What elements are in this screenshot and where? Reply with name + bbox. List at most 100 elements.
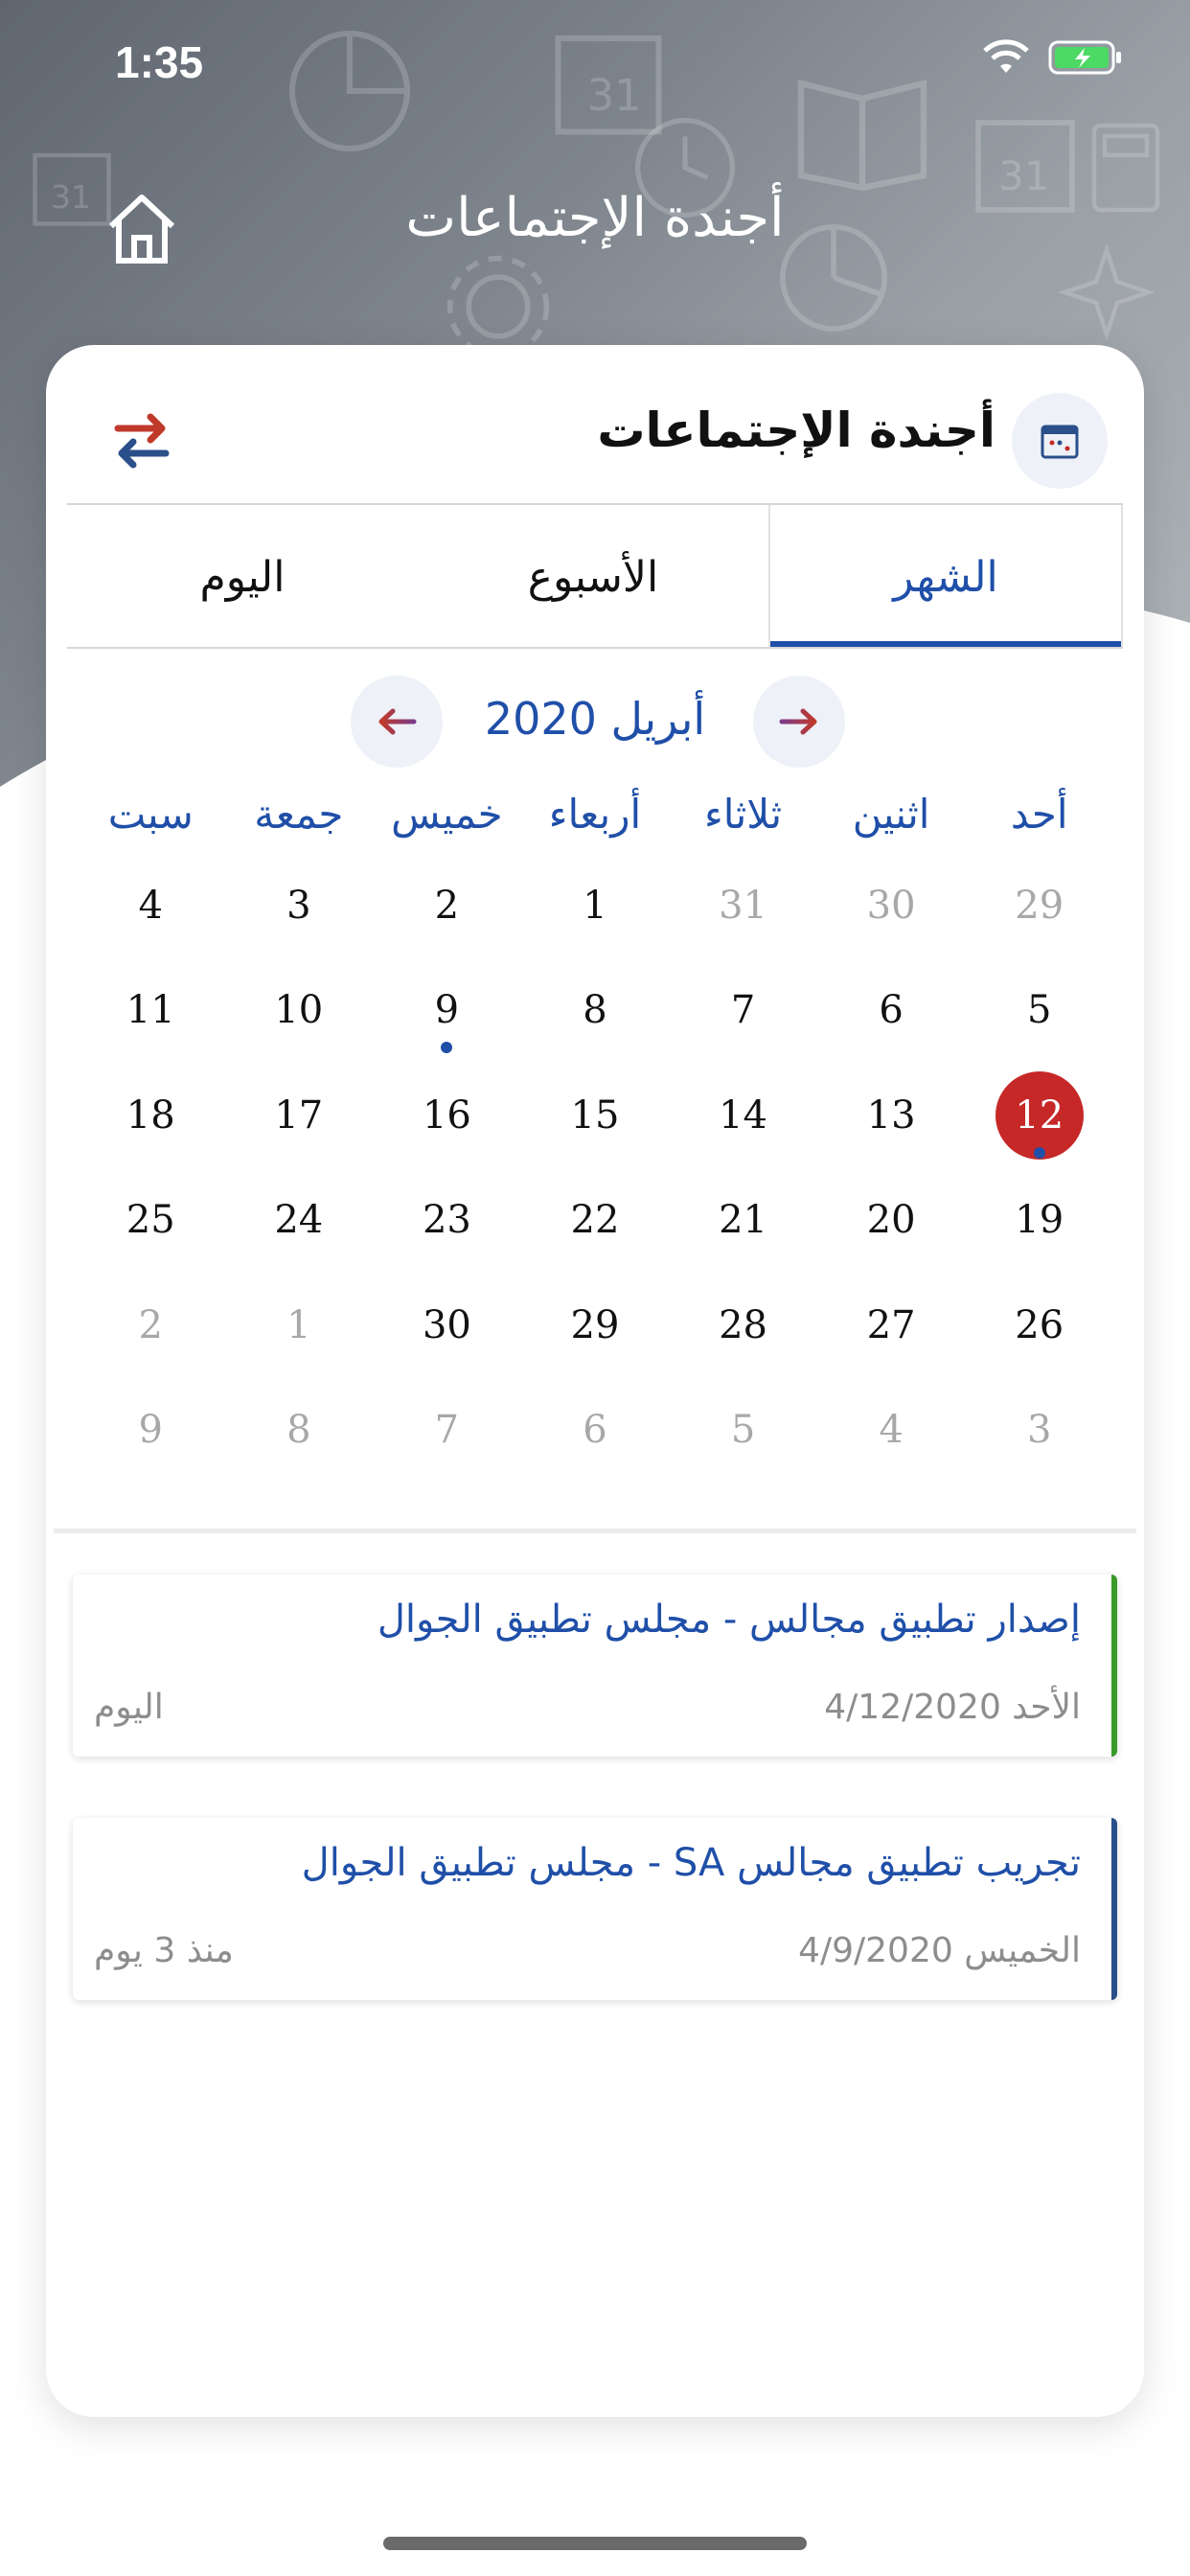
calendar-day[interactable]: 20 bbox=[817, 1168, 966, 1274]
calendar-icon bbox=[1041, 425, 1079, 459]
calendar-day[interactable]: 3 bbox=[965, 1378, 1113, 1484]
day-number: 9 bbox=[138, 1408, 163, 1453]
calendar-day[interactable]: 3 bbox=[225, 853, 374, 958]
calendar-day-today[interactable]: 12 bbox=[965, 1063, 1113, 1168]
day-number: 22 bbox=[570, 1198, 620, 1243]
swap-icon[interactable] bbox=[108, 407, 175, 474]
calendar-day[interactable]: 9 bbox=[373, 958, 521, 1064]
arrow-right-icon bbox=[779, 708, 817, 735]
calendar-day[interactable]: 21 bbox=[669, 1168, 817, 1274]
page-title: أجندة الإجتماعات bbox=[405, 187, 785, 249]
card-title: أجندة الإجتماعات bbox=[597, 402, 995, 458]
calendar-day[interactable]: 4 bbox=[817, 1378, 966, 1484]
event-relative-time: اليوم bbox=[94, 1688, 164, 1727]
calendar-day[interactable]: 27 bbox=[817, 1273, 966, 1378]
day-number: 30 bbox=[422, 1302, 471, 1347]
calendar-day[interactable]: 23 bbox=[373, 1168, 521, 1274]
month-label: أبريل 2020 bbox=[484, 693, 706, 745]
card-header: أجندة الإجتماعات bbox=[46, 345, 1144, 503]
day-number: 29 bbox=[1015, 883, 1064, 928]
calendar-week-row: 5 6 7 8 9 10 11 bbox=[77, 958, 1113, 1064]
event-title: إصدار تطبيق مجالس - مجلس تطبيق الجوال bbox=[377, 1598, 1081, 1642]
calendar-day[interactable]: 22 bbox=[521, 1168, 670, 1274]
calendar-day[interactable]: 8 bbox=[521, 958, 670, 1064]
calendar-day[interactable]: 17 bbox=[225, 1063, 374, 1168]
wifi-icon bbox=[983, 39, 1029, 73]
status-bar: 1:35 bbox=[0, 0, 1190, 125]
calendar-day[interactable]: 15 bbox=[521, 1063, 670, 1168]
tab-month[interactable]: الشهر bbox=[770, 505, 1123, 649]
day-number: 5 bbox=[730, 1408, 756, 1453]
day-number: 15 bbox=[570, 1092, 620, 1138]
event-indicator-dot bbox=[1033, 1146, 1045, 1159]
calendar-day[interactable]: 25 bbox=[77, 1168, 225, 1274]
event-accent-bar bbox=[1111, 1818, 1117, 2000]
day-number: 27 bbox=[866, 1302, 916, 1347]
calendar-day[interactable]: 7 bbox=[373, 1378, 521, 1484]
calendar-day[interactable]: 2 bbox=[77, 1273, 225, 1378]
calendar-day[interactable]: 9 bbox=[77, 1378, 225, 1484]
day-number: 28 bbox=[719, 1302, 767, 1347]
day-number: 18 bbox=[126, 1092, 175, 1138]
day-number: 24 bbox=[274, 1198, 324, 1243]
event-date: الأحد 4/12/2020 bbox=[824, 1688, 1081, 1727]
calendar-day[interactable]: 5 bbox=[965, 958, 1113, 1064]
weekday-label: ثلاثاء bbox=[704, 791, 783, 838]
calendar-day[interactable]: 6 bbox=[521, 1378, 670, 1484]
calendar-day[interactable]: 18 bbox=[77, 1063, 225, 1168]
calendar-day[interactable]: 1 bbox=[521, 853, 670, 958]
calendar-day[interactable]: 8 bbox=[225, 1378, 374, 1484]
weekday-label: سبت bbox=[107, 791, 194, 838]
day-number: 2 bbox=[138, 1302, 163, 1347]
calendar-day[interactable]: 11 bbox=[77, 958, 225, 1064]
day-number: 4 bbox=[138, 883, 163, 928]
day-number: 11 bbox=[126, 988, 175, 1033]
day-number: 20 bbox=[866, 1198, 916, 1243]
tab-week[interactable]: الأسبوع bbox=[418, 505, 770, 649]
month-navigation: أبريل 2020 bbox=[46, 676, 1144, 791]
calendar-day[interactable]: 24 bbox=[225, 1168, 374, 1274]
status-icons bbox=[981, 38, 1123, 77]
day-number: 17 bbox=[274, 1092, 324, 1138]
calendar-week-row: 26 27 28 29 30 1 2 bbox=[77, 1273, 1113, 1378]
calendar-day[interactable]: 30 bbox=[373, 1273, 521, 1378]
star-doodle-icon bbox=[1058, 243, 1156, 341]
day-number: 8 bbox=[583, 988, 607, 1033]
day-number: 3 bbox=[286, 883, 311, 928]
tabs-divider bbox=[67, 647, 1123, 649]
event-card[interactable]: إصدار تطبيق مجالس - مجلس تطبيق الجوال ال… bbox=[73, 1575, 1117, 1757]
next-month-button[interactable] bbox=[753, 676, 845, 768]
calendar-day[interactable]: 5 bbox=[669, 1378, 817, 1484]
calendar-day[interactable]: 14 bbox=[669, 1063, 817, 1168]
calendar-day[interactable]: 29 bbox=[521, 1273, 670, 1378]
calendar-day[interactable]: 10 bbox=[225, 958, 374, 1064]
event-card[interactable]: تجريب تطبيق مجالس SA - مجلس تطبيق الجوال… bbox=[73, 1818, 1117, 2000]
calendar-day[interactable]: 2 bbox=[373, 853, 521, 958]
day-number: 30 bbox=[866, 883, 916, 928]
calendar-day[interactable]: 30 bbox=[817, 853, 966, 958]
calendar-day[interactable]: 28 bbox=[669, 1273, 817, 1378]
calendar-day[interactable]: 29 bbox=[965, 853, 1113, 958]
battery-charging-icon bbox=[1048, 40, 1121, 75]
calendar-day[interactable]: 1 bbox=[225, 1273, 374, 1378]
tab-day[interactable]: اليوم bbox=[67, 505, 418, 649]
day-number: 5 bbox=[1026, 988, 1052, 1033]
calendar-day[interactable]: 7 bbox=[669, 958, 817, 1064]
calendar-week-row: 19 20 21 22 23 24 25 bbox=[77, 1168, 1113, 1274]
calendar-day[interactable]: 6 bbox=[817, 958, 966, 1064]
calendar-grid: 29 30 31 1 2 3 4 5 6 7 8 9 10 11 12 13 14 15 16 17 18 19 20 21 2… bbox=[77, 853, 1113, 1483]
calendar-day[interactable]: 19 bbox=[965, 1168, 1113, 1274]
weekday-label: خميس bbox=[391, 791, 503, 838]
day-number: 9 bbox=[434, 988, 460, 1033]
view-tabs: الشهر الأسبوع اليوم bbox=[67, 505, 1123, 649]
calendar-day[interactable]: 26 bbox=[965, 1273, 1113, 1378]
event-indicator-dot bbox=[441, 1042, 453, 1053]
calendar-day[interactable]: 13 bbox=[817, 1063, 966, 1168]
calendar-day[interactable]: 31 bbox=[669, 853, 817, 958]
agenda-card: أجندة الإجتماعات الشهر الأسبوع اليوم أبر… bbox=[46, 345, 1144, 2417]
calendar-day[interactable]: 16 bbox=[373, 1063, 521, 1168]
event-relative-time: منذ 3 يوم bbox=[94, 1931, 234, 1970]
home-indicator[interactable] bbox=[383, 2537, 807, 2550]
calendar-day[interactable]: 4 bbox=[77, 853, 225, 958]
weekday-label: اثنين bbox=[852, 791, 930, 838]
